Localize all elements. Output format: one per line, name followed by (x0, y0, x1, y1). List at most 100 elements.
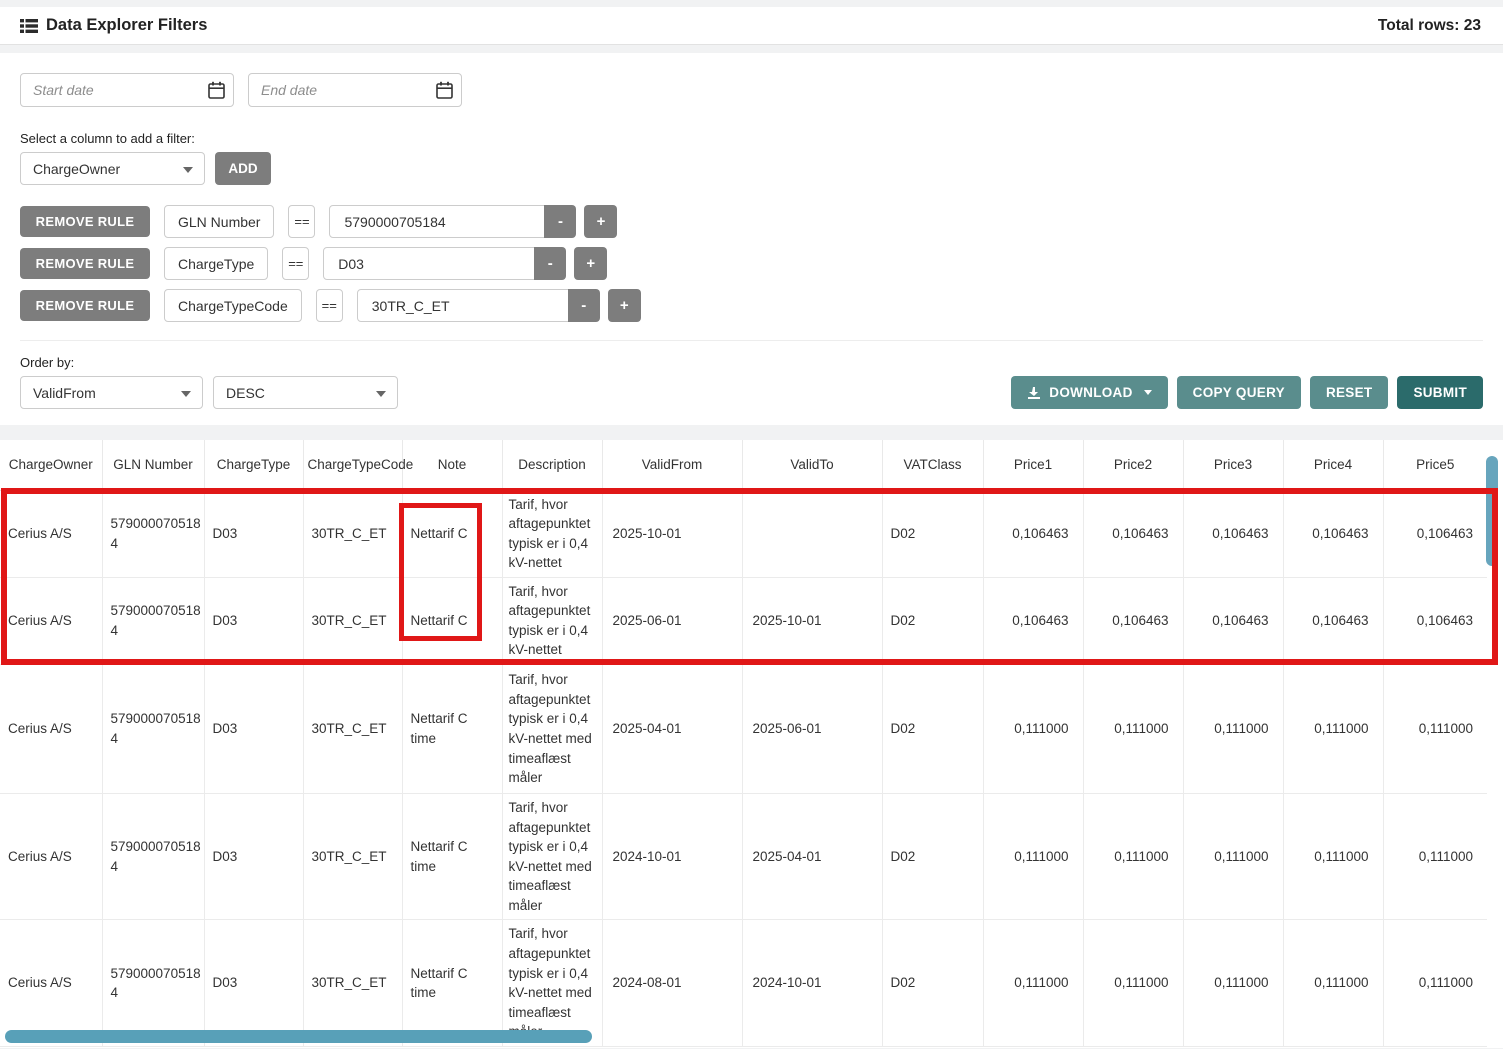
rule-value-input[interactable] (357, 289, 569, 322)
remove-value-button[interactable]: - (544, 205, 576, 238)
table-cell: Nettarif C (402, 490, 502, 577)
rule-value-input[interactable] (323, 247, 535, 280)
rule-value-input[interactable] (329, 205, 545, 238)
column-select-value: ChargeOwner (33, 161, 120, 177)
table-cell: Cerius A/S (0, 665, 102, 794)
table-cell: Tarif, hvor aftagepunktet typisk er i 0,… (502, 794, 602, 920)
table-cell: Tarif, hvor aftagepunktet typisk er i 0,… (502, 920, 602, 1046)
order-field-select[interactable]: ValidFrom (20, 376, 203, 409)
table-cell: Nettarif C time (402, 665, 502, 794)
rule-operator: == (288, 205, 315, 238)
table-cell: 0,106463 (1083, 490, 1183, 577)
copy-query-button[interactable]: COPY QUERY (1177, 376, 1301, 409)
filter-rule-row: REMOVE RULE ChargeTypeCode == - + (20, 289, 1483, 322)
table-cell: 2025-06-01 (602, 577, 742, 664)
download-button[interactable]: DOWNLOAD (1011, 376, 1167, 409)
table-cell: 0,106463 (1283, 490, 1383, 577)
table-cell: Nettarif C time (402, 920, 502, 1046)
results-table: ChargeOwnerGLN NumberChargeTypeChargeTyp… (0, 440, 1487, 1047)
start-date-input[interactable] (20, 73, 234, 107)
filters-panel: Select a column to add a filter: ChargeO… (0, 53, 1503, 425)
table-cell: D02 (882, 577, 983, 664)
table-cell: 0,106463 (1183, 490, 1283, 577)
table-cell: 0,111000 (1083, 920, 1183, 1046)
table-cell: Nettarif C (402, 577, 502, 664)
reset-button[interactable]: RESET (1310, 376, 1389, 409)
add-value-button[interactable]: + (574, 247, 607, 280)
table-cell: 2025-04-01 (742, 794, 882, 920)
column-header-price2: Price2 (1083, 440, 1183, 490)
table-cell: 0,111000 (983, 794, 1083, 920)
table-cell: 0,106463 (1383, 577, 1487, 664)
table-cell: Cerius A/S (0, 577, 102, 664)
table-cell: D03 (204, 794, 303, 920)
order-direction-select[interactable]: DESC (213, 376, 398, 409)
column-header-price5: Price5 (1383, 440, 1487, 490)
table-cell: 0,111000 (1383, 920, 1487, 1046)
table-cell: 0,111000 (1383, 794, 1487, 920)
table-header-row: ChargeOwnerGLN NumberChargeTypeChargeTyp… (0, 440, 1487, 490)
table-cell: D03 (204, 665, 303, 794)
horizontal-scrollbar[interactable] (5, 1030, 592, 1043)
column-select[interactable]: ChargeOwner (20, 152, 205, 185)
column-header-note: Note (402, 440, 502, 490)
table-cell: Nettarif C time (402, 794, 502, 920)
rule-field-label: ChargeTypeCode (164, 289, 302, 322)
column-header-description: Description (502, 440, 602, 490)
table-cell: 2025-06-01 (742, 665, 882, 794)
table-cell: 30TR_C_ET (303, 794, 402, 920)
remove-rule-button[interactable]: REMOVE RULE (20, 248, 150, 279)
start-date-field[interactable] (20, 73, 234, 107)
table-cell: D02 (882, 920, 983, 1046)
table-cell: 0,111000 (1383, 665, 1487, 794)
table-cell: 0,111000 (983, 920, 1083, 1046)
table-cell: 2024-10-01 (602, 794, 742, 920)
end-date-field[interactable] (248, 73, 462, 107)
column-header-chargetypecode: ChargeTypeCode (303, 440, 402, 490)
remove-value-button[interactable]: - (568, 289, 600, 322)
submit-button[interactable]: SUBMIT (1397, 376, 1483, 409)
table-cell: 0,106463 (983, 490, 1083, 577)
table-row: Cerius A/S5790000705184D0330TR_C_ETNetta… (0, 577, 1487, 664)
results-table-panel: ChargeOwnerGLN NumberChargeTypeChargeTyp… (0, 440, 1503, 1048)
remove-value-button[interactable]: - (534, 247, 566, 280)
rule-operator: == (282, 247, 309, 280)
rule-operator: == (316, 289, 343, 322)
remove-rule-button[interactable]: REMOVE RULE (20, 290, 150, 321)
caret-down-icon (376, 391, 386, 397)
table-cell: 5790000705184 (102, 920, 204, 1046)
filter-rule-row: REMOVE RULE GLN Number == - + (20, 205, 1483, 238)
vertical-scrollbar[interactable] (1486, 456, 1498, 566)
table-cell: 2024-10-01 (742, 920, 882, 1046)
list-filter-icon (20, 18, 38, 34)
table-cell: Tarif, hvor aftagepunktet typisk er i 0,… (502, 490, 602, 577)
remove-rule-button[interactable]: REMOVE RULE (20, 206, 150, 237)
column-header-vatclass: VATClass (882, 440, 983, 490)
table-cell: 2025-10-01 (742, 577, 882, 664)
table-cell: 0,106463 (1183, 577, 1283, 664)
table-cell: 0,111000 (1283, 665, 1383, 794)
table-cell: Tarif, hvor aftagepunktet typisk er i 0,… (502, 577, 602, 664)
table-cell: 0,111000 (1183, 794, 1283, 920)
table-cell: Tarif, hvor aftagepunktet typisk er i 0,… (502, 665, 602, 794)
caret-down-icon (1144, 390, 1152, 395)
table-cell: D02 (882, 665, 983, 794)
table-cell: 0,111000 (1183, 665, 1283, 794)
table-cell: Cerius A/S (0, 490, 102, 577)
add-filter-button[interactable]: ADD (215, 152, 271, 185)
order-direction-value: DESC (226, 385, 265, 401)
table-cell: 2025-10-01 (602, 490, 742, 577)
rule-field-label: ChargeType (164, 247, 268, 280)
add-value-button[interactable]: + (608, 289, 641, 322)
column-header-chargeowner: ChargeOwner (0, 440, 102, 490)
table-cell: D03 (204, 490, 303, 577)
table-cell: D03 (204, 577, 303, 664)
calendar-icon[interactable] (208, 81, 225, 99)
table-cell: 0,106463 (1283, 577, 1383, 664)
calendar-icon[interactable] (436, 81, 453, 99)
column-header-validfrom: ValidFrom (602, 440, 742, 490)
column-header-price1: Price1 (983, 440, 1083, 490)
end-date-input[interactable] (248, 73, 462, 107)
add-value-button[interactable]: + (584, 205, 617, 238)
column-header-gln number: GLN Number (102, 440, 204, 490)
